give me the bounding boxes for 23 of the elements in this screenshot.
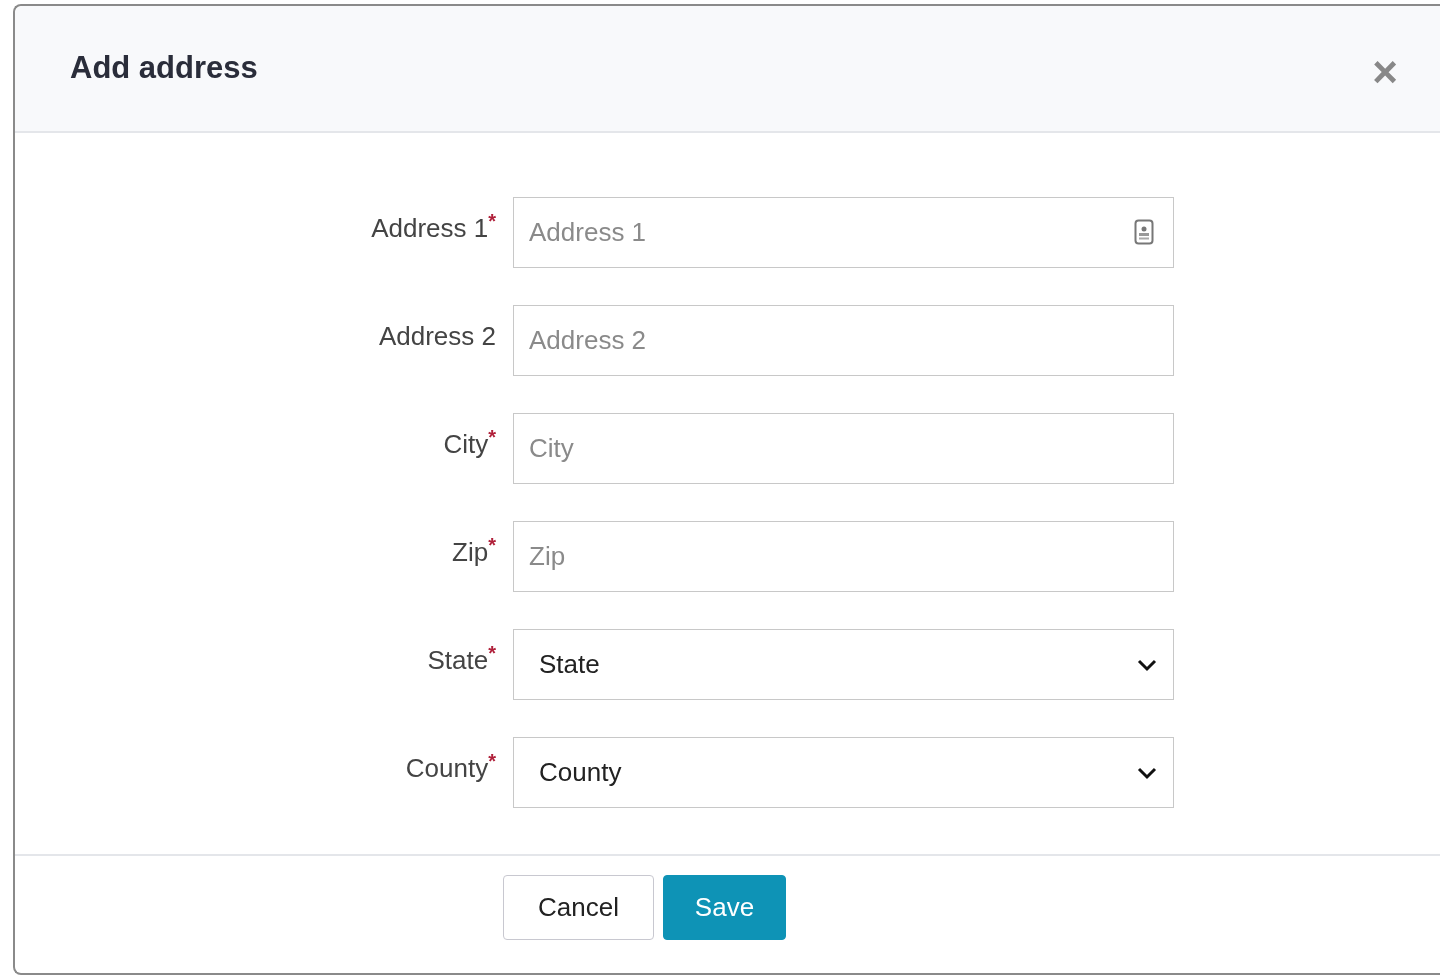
- field-label: County: [405, 752, 489, 785]
- field-label: Zip: [452, 536, 489, 569]
- save-button[interactable]: Save: [663, 875, 786, 940]
- text-field[interactable]: City: [513, 413, 1174, 484]
- select-field[interactable]: State: [513, 629, 1174, 700]
- required-mark: *: [488, 427, 496, 448]
- dialog-title: Add address: [70, 49, 258, 88]
- select-field[interactable]: County: [513, 737, 1174, 808]
- text-field[interactable]: Zip: [513, 521, 1174, 592]
- field-label: Address 1: [371, 212, 489, 245]
- field-label: State: [427, 644, 489, 677]
- cancel-button[interactable]: Cancel: [503, 875, 654, 940]
- chevron-down-icon: [1137, 765, 1157, 780]
- required-mark: *: [488, 643, 496, 664]
- chevron-down-icon: [1137, 657, 1157, 672]
- text-field[interactable]: Address 2: [513, 305, 1174, 376]
- required-mark: *: [488, 535, 496, 556]
- contact-card-icon: [1134, 219, 1154, 245]
- required-mark: *: [488, 211, 496, 232]
- text-field[interactable]: Address 1: [513, 197, 1174, 268]
- required-mark: *: [488, 751, 496, 772]
- field-label: Address 2: [378, 320, 496, 353]
- field-label: City: [443, 428, 489, 461]
